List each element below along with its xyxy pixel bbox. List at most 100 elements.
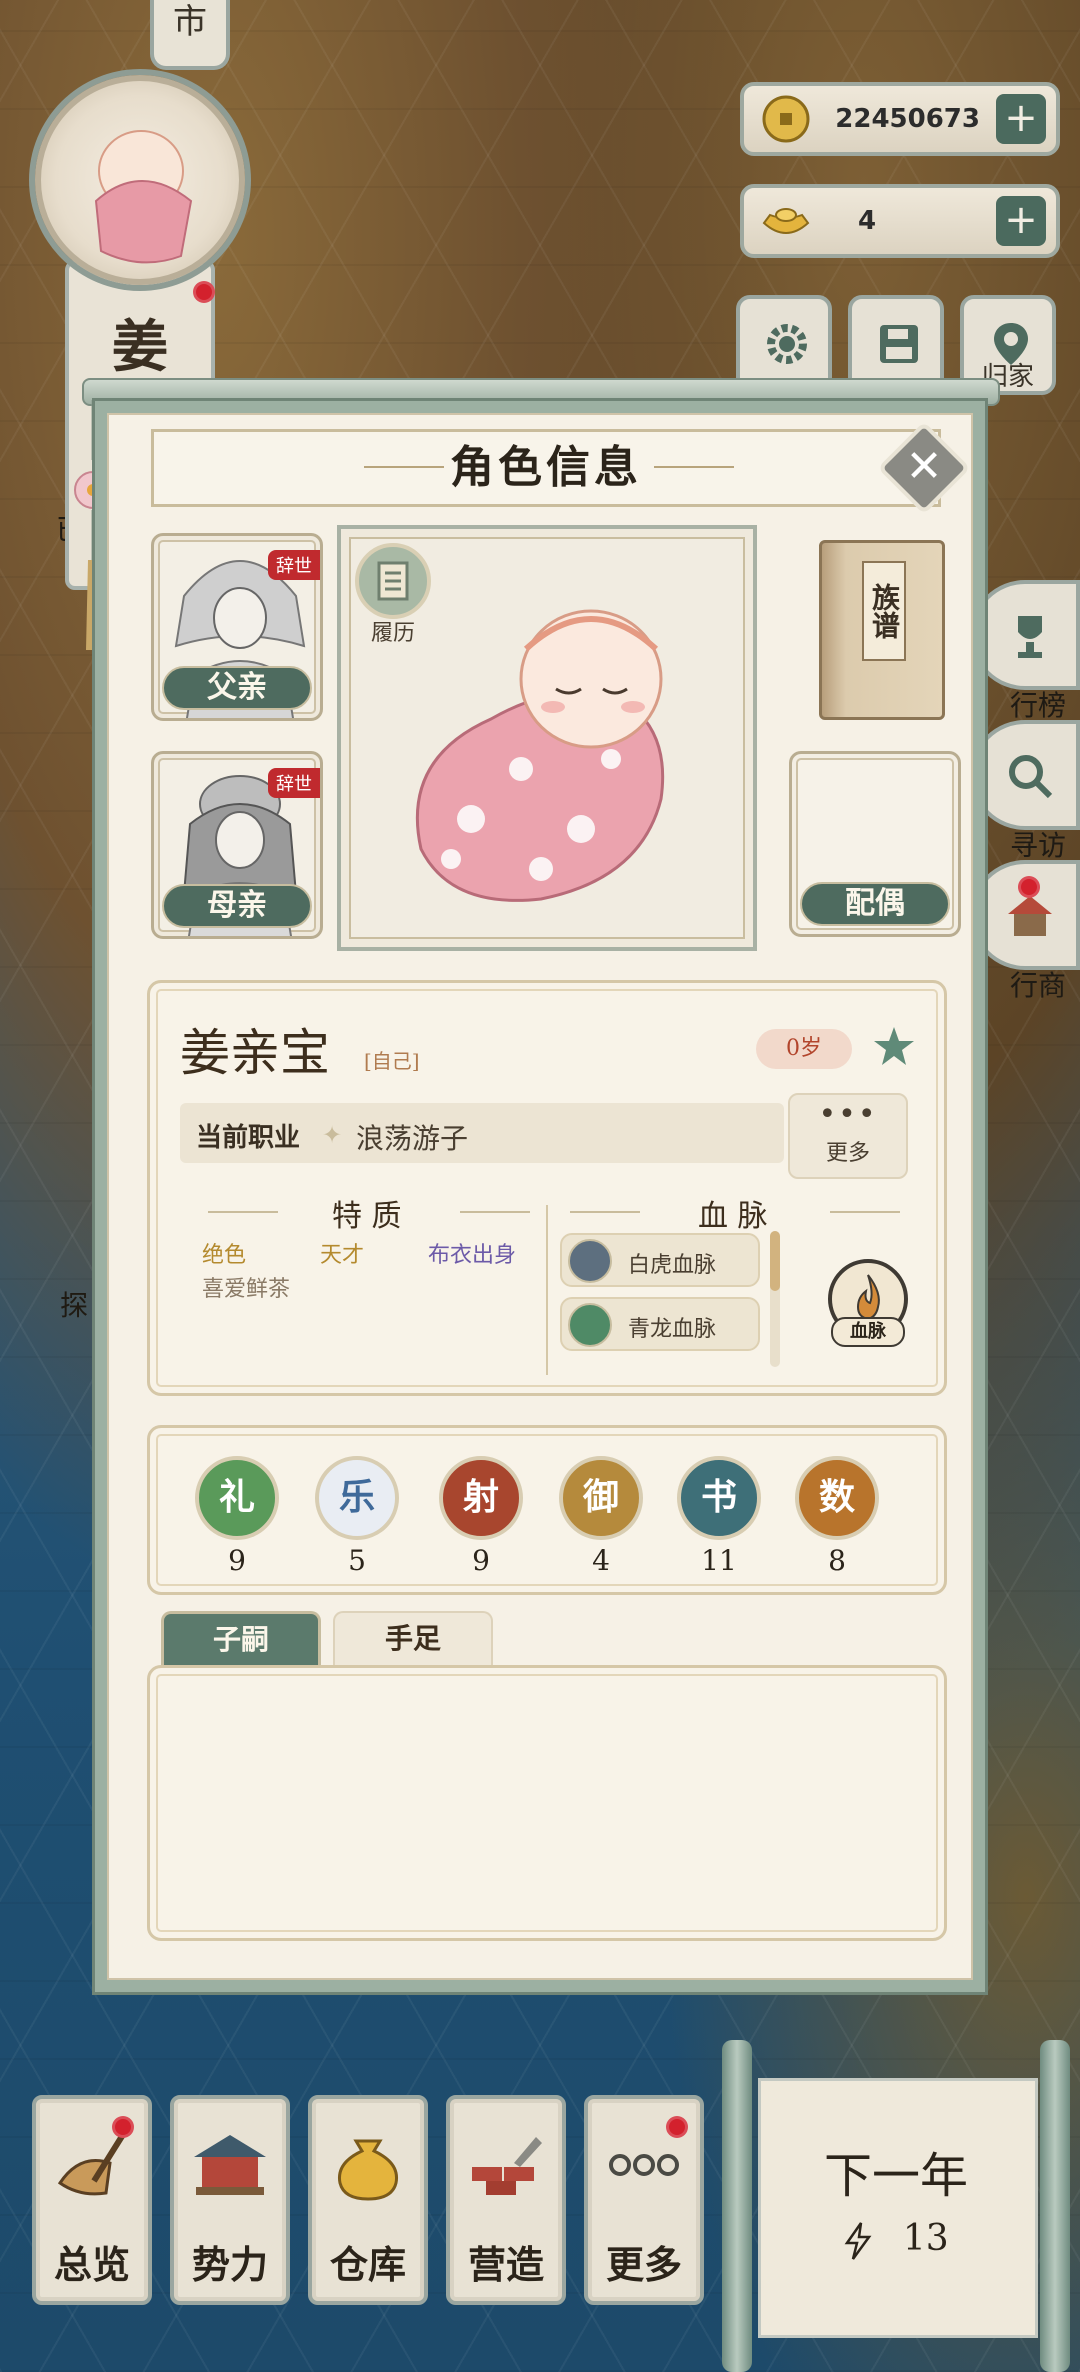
bloodline-item[interactable]: 青龙血脉	[560, 1297, 760, 1351]
next-year-label: 下一年	[823, 2148, 968, 2204]
bloodline-button[interactable]: 血脉	[826, 1259, 910, 1357]
bloodline-button-label: 血脉	[831, 1317, 905, 1347]
add-coin-button[interactable]: +	[996, 94, 1046, 144]
ingot-amount: 4	[858, 206, 877, 236]
skill-value: 4	[592, 1544, 610, 1577]
genealogy-book-button[interactable]: 族谱	[819, 540, 945, 720]
merchant-notification-badge	[1018, 876, 1040, 898]
skill-badge: 数	[795, 1456, 879, 1540]
bloodline-label: 白虎血脉	[628, 1253, 717, 1278]
skill-badge: 书	[677, 1456, 761, 1540]
bloodline-ornament-left	[570, 1211, 640, 1213]
more-notification-badge	[666, 2116, 688, 2138]
tab-siblings[interactable]: 手足	[333, 1611, 493, 1665]
resume-label: 履历	[370, 621, 415, 646]
top-tab-label: 市	[173, 2, 207, 42]
coin-amount: 22450673	[835, 104, 980, 134]
trait-item[interactable]: 天才	[320, 1237, 364, 1269]
ranking-label: 行榜	[1009, 689, 1066, 722]
character-name: 姜亲宝	[180, 1024, 330, 1082]
dialog-body: 角色信息 ✕ 辞世 父亲 辞世 母亲 履历 族谱 配偶 姜亲宝 [自己] 0岁 …	[107, 413, 973, 1980]
energy-value: 13	[902, 2218, 949, 2259]
skill-badge: 乐	[315, 1456, 399, 1540]
close-icon: ✕	[905, 441, 943, 492]
traits-ornament-right	[460, 1211, 530, 1213]
scroll-roll-left	[722, 2040, 752, 2372]
nav-overview[interactable]: 总览	[32, 2095, 152, 2305]
trait-item[interactable]: 喜爱鲜茶	[202, 1271, 290, 1303]
coin-icon	[762, 95, 810, 143]
lightning-icon	[844, 2222, 872, 2260]
palace-icon	[194, 2135, 266, 2195]
job-key: 当前职业	[196, 1123, 301, 1153]
relatives-list[interactable]	[147, 1665, 947, 1941]
merchant-label: 行商	[1009, 969, 1066, 1002]
nav-faction[interactable]: 势力	[170, 2095, 290, 2305]
bloodline-item[interactable]: 白虎血脉	[560, 1233, 760, 1287]
map-label-explore[interactable]: 探	[60, 1284, 88, 1324]
visit-label: 寻访	[1009, 829, 1066, 862]
nav-warehouse[interactable]: 仓库	[308, 2095, 428, 2305]
nav-overview-label: 总览	[53, 2242, 130, 2287]
skill-music[interactable]: 乐 5	[312, 1456, 402, 1577]
job-row: 当前职业 ✦ 浪荡游子	[180, 1103, 784, 1163]
tab-children[interactable]: 子嗣	[161, 1611, 321, 1665]
mother-portrait[interactable]: 辞世 母亲	[151, 751, 323, 939]
trait-item[interactable]: 绝色	[202, 1237, 246, 1269]
dialog-title-bar: 角色信息	[151, 429, 941, 507]
player-avatar[interactable]	[35, 75, 245, 285]
scroll-document-icon	[377, 561, 409, 601]
title-ornament-left	[364, 466, 444, 472]
father-portrait[interactable]: 辞世 父亲	[151, 533, 323, 721]
top-tab[interactable]: 市	[150, 0, 230, 70]
more-info-button[interactable]: ••• 更多	[788, 1093, 908, 1179]
bloodline-scroll-thumb[interactable]	[770, 1231, 780, 1291]
nav-construct-label: 营造	[467, 2242, 544, 2287]
coin-bar: 22450673 +	[740, 82, 1060, 156]
more-info-label: 更多	[825, 1141, 870, 1166]
favorite-star-icon[interactable]	[870, 1023, 918, 1071]
father-label: 父亲	[162, 666, 312, 710]
skill-charioteering[interactable]: 御 4	[556, 1456, 646, 1577]
section-divider	[546, 1205, 548, 1375]
dialog-title: 角色信息	[450, 442, 642, 493]
resume-button[interactable]: 履历	[353, 543, 433, 647]
bloodline-label: 青龙血脉	[628, 1317, 717, 1342]
nav-construct[interactable]: 营造	[446, 2095, 566, 2305]
nav-faction-label: 势力	[191, 2242, 268, 2287]
deceased-tag: 辞世	[268, 768, 320, 798]
skill-value: 5	[348, 1544, 366, 1577]
ingot-bar: 4 +	[740, 184, 1060, 258]
spouse-slot[interactable]: 配偶	[789, 751, 961, 937]
skill-archery[interactable]: 射 9	[436, 1456, 526, 1577]
player-name-char: 姜	[112, 314, 168, 380]
skill-rites[interactable]: 礼 9	[192, 1456, 282, 1577]
skills-panel: 礼 9 乐 5 射 9 御 4 书 11 数 8	[147, 1425, 947, 1595]
skill-badge: 射	[439, 1456, 523, 1540]
nav-more-label: 更多	[605, 2242, 682, 2287]
next-year-button[interactable]: 下一年 13	[722, 2040, 1070, 2372]
skill-badge: 御	[559, 1456, 643, 1540]
job-separator: ✦	[322, 1121, 343, 1149]
skill-calligraphy[interactable]: 书 11	[674, 1456, 764, 1577]
title-ornament-right	[654, 466, 734, 472]
white-tiger-icon	[568, 1239, 612, 1283]
trophy-icon	[1018, 616, 1042, 658]
add-ingot-button[interactable]: +	[996, 196, 1046, 246]
money-bag-icon	[337, 2139, 399, 2201]
gold-ingot-icon	[762, 208, 810, 234]
save-icon	[880, 325, 918, 363]
next-year-paper	[758, 2078, 1038, 2338]
age-badge: 0岁	[756, 1029, 852, 1069]
player-notification-badge	[193, 281, 215, 303]
traits-title: 特 质	[332, 1199, 402, 1234]
skill-value: 8	[828, 1544, 846, 1577]
baby-avatar-icon	[94, 130, 193, 264]
trait-item[interactable]: 布衣出身	[428, 1237, 516, 1269]
job-value: 浪荡游子	[356, 1122, 469, 1155]
character-portrait: 履历	[337, 525, 757, 951]
skill-mathematics[interactable]: 数 8	[792, 1456, 882, 1577]
mother-label: 母亲	[162, 884, 312, 928]
bricks-trowel-icon	[472, 2137, 542, 2195]
azure-dragon-icon	[568, 1303, 612, 1347]
